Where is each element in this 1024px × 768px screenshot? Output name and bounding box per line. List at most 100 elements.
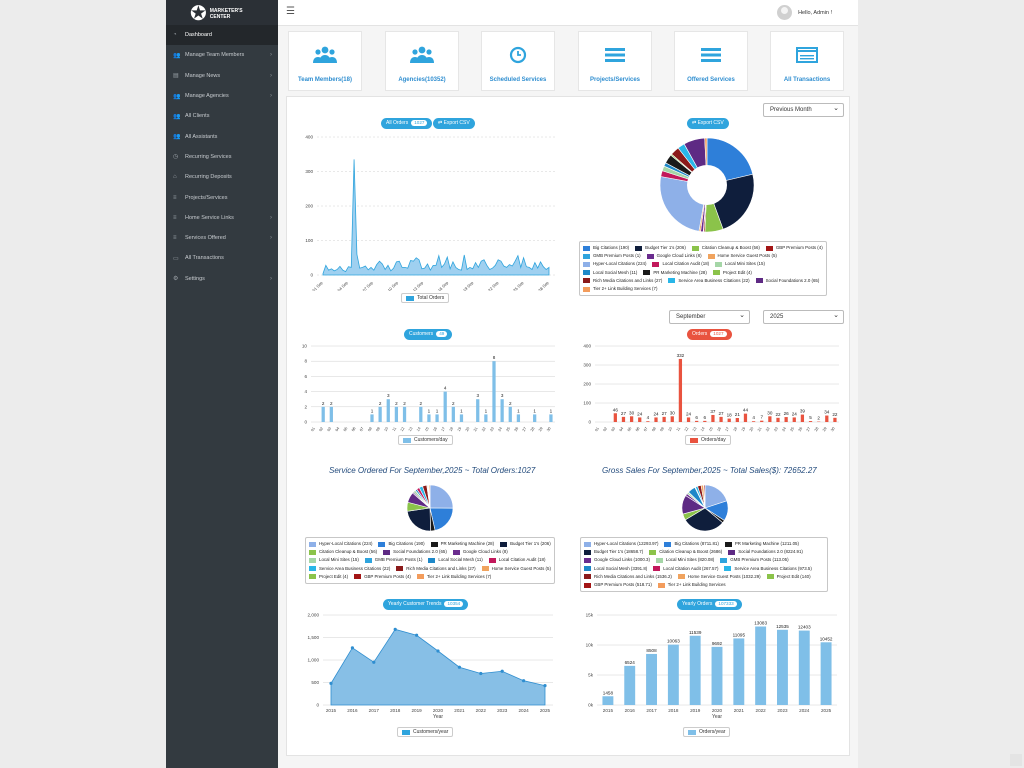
legend-item[interactable]: Hyper-Local Citations (224) [309,540,372,548]
bar[interactable] [792,417,796,422]
legend-item[interactable]: Citation Cleanup & Boost (56) [691,244,760,252]
legend-item[interactable]: Budget Tier 1's (206) [635,244,686,252]
bar[interactable] [735,418,739,422]
sidebar-item-manage-agencies[interactable]: 👥 Manage Agencies › [166,86,278,106]
data-point[interactable] [372,660,376,664]
sidebar-item-dashboard[interactable]: ◔ Dashboard [166,25,278,46]
bar[interactable] [703,420,707,422]
legend-item[interactable]: PR Marketing Machine (28) [430,540,494,548]
sidebar-item-home-service-links[interactable]: ≡ Home Service Links › [166,208,278,228]
legend-item[interactable]: Project Edit (140) [766,573,811,581]
bar[interactable] [394,406,399,422]
card-agencies-10352-[interactable]: Agencies(10352) [385,31,459,91]
hamburger-menu-icon[interactable]: ☰ [286,7,295,17]
legend-item[interactable]: GMB Premium Posts (113.05) [720,556,789,564]
legend-item[interactable]: GBP Premium Posts (4) [765,244,823,252]
bar[interactable] [492,361,496,422]
bar[interactable] [500,399,504,422]
legend-item[interactable]: Citation Cleanup & Boost (2686) [649,548,722,556]
legend-item[interactable]: Local Citation Audit (18) [488,556,545,564]
bar[interactable] [646,653,657,705]
sidebar-item-services-offered[interactable]: ≡ Services Offered › [166,228,278,248]
legend-item[interactable]: Tier 2+ Link Building Services [657,581,726,589]
bar[interactable] [695,420,699,422]
legend-item[interactable]: Big Citations (190) [378,540,425,548]
bar[interactable] [370,414,374,422]
sidebar-item-recurring-deposits[interactable]: ⌂ Recurring Deposits [166,167,278,187]
bar[interactable] [549,414,553,422]
legend-item[interactable]: PR Marketing Machine (1211.05) [724,540,799,548]
legend-item[interactable]: Hyper-Local Citations (12293.97) [584,540,658,548]
legend-item[interactable]: Home Service Guest Posts (5) [707,252,777,260]
bar[interactable] [484,414,488,422]
legend-item[interactable]: Tier 2+ Link Building Services (7) [416,573,491,581]
bar[interactable] [776,417,780,422]
bar[interactable] [329,406,333,422]
bar[interactable] [689,635,701,705]
legend-item[interactable]: Rich Media Citations and Links (27) [396,565,476,573]
bar[interactable] [820,642,832,705]
data-point[interactable] [415,633,419,637]
bar[interactable] [402,406,407,422]
bar[interactable] [768,416,772,422]
legend-item[interactable]: Local Citation Audit (18) [652,260,709,268]
card-team-members-18-[interactable]: Team Members(18) [288,31,362,91]
legend-item[interactable]: Home Service Guest Posts (1032.29) [677,573,761,581]
bar[interactable] [727,418,731,422]
bar[interactable] [654,417,658,422]
period-select[interactable]: Previous Month [763,103,844,117]
card-projects-services[interactable]: Projects/Services [578,31,652,91]
bar[interactable] [435,414,439,422]
bar[interactable] [719,416,723,422]
legend-item[interactable]: Social Foundations 2.0 (65) [755,277,819,285]
card-all-transactions[interactable]: All Transactions [770,31,844,91]
data-point[interactable] [500,669,504,673]
bar[interactable] [800,414,805,422]
sidebar-item-manage-team-members[interactable]: 👥 Manage Team Members › [166,45,278,65]
sidebar-item-all-transactions[interactable]: ▭ All Transactions [166,248,278,268]
data-point[interactable] [350,646,354,650]
legend-item[interactable]: Service Area Business Citations (973.5) [724,565,812,573]
logo[interactable]: ✪ MARKETER'S CENTER [166,0,278,28]
data-point[interactable] [543,684,547,688]
legend-item[interactable]: Big Citations (190) [583,244,629,252]
user-menu[interactable]: Hello, Admin ! [777,5,832,20]
legend-item[interactable]: Budget Tier 1's (206) [500,540,551,548]
data-point[interactable] [329,681,333,685]
month-select[interactable]: September [669,310,750,324]
sidebar-item-manage-news[interactable]: ▤ Manage News › [166,66,278,86]
bar[interactable] [378,406,382,422]
legend-item[interactable]: Budget Tier 1's (18658.7) [584,548,643,556]
legend-item[interactable]: Service Area Business Citations (22) [309,565,390,573]
legend-item[interactable]: Local Mini Sites (15) [309,556,359,564]
bar[interactable] [743,413,748,422]
bar[interactable] [427,414,431,422]
legend-item[interactable]: Google Cloud Links (8) [452,548,508,556]
bar[interactable] [798,630,810,705]
legend-item[interactable]: Project Edit (4) [712,269,752,277]
legend-item[interactable]: Project Edit (4) [309,573,348,581]
sidebar-item-all-clients[interactable]: 👥 All Clients [166,106,278,126]
legend-item[interactable]: Social Foundations 2.0 (8224.91) [728,548,803,556]
bar[interactable] [686,417,691,422]
year-select[interactable]: 2025 [763,310,844,324]
bar[interactable] [629,416,634,422]
bar[interactable] [751,421,756,422]
legend-item[interactable]: Local Mini Sites (15) [715,260,765,268]
bar[interactable] [711,646,723,705]
legend-item[interactable]: Rich Media Citations and Links (27) [583,277,662,285]
bar[interactable] [516,414,521,422]
all-orders-button[interactable]: All Orders 1027 [381,118,433,129]
bar[interactable] [833,417,837,422]
card-scheduled-services[interactable]: Scheduled Services [481,31,555,91]
bar[interactable] [777,629,788,705]
bar[interactable] [419,406,423,422]
bar[interactable] [443,391,447,422]
legend-item[interactable]: Social Foundations 2.0 (65) [383,548,447,556]
legend-item[interactable]: Home Service Guest Posts (5) [481,565,551,573]
bar[interactable] [321,406,325,422]
pie-slice-budget-tier-1-s[interactable] [406,507,431,532]
sidebar-item-projects-services[interactable]: ≡ Projects/Services [166,187,278,207]
legend-item[interactable]: Local Social Mesh (11) [583,269,637,277]
sidebar-item-recurring-services[interactable]: ◷ Recurring Services [166,147,278,167]
